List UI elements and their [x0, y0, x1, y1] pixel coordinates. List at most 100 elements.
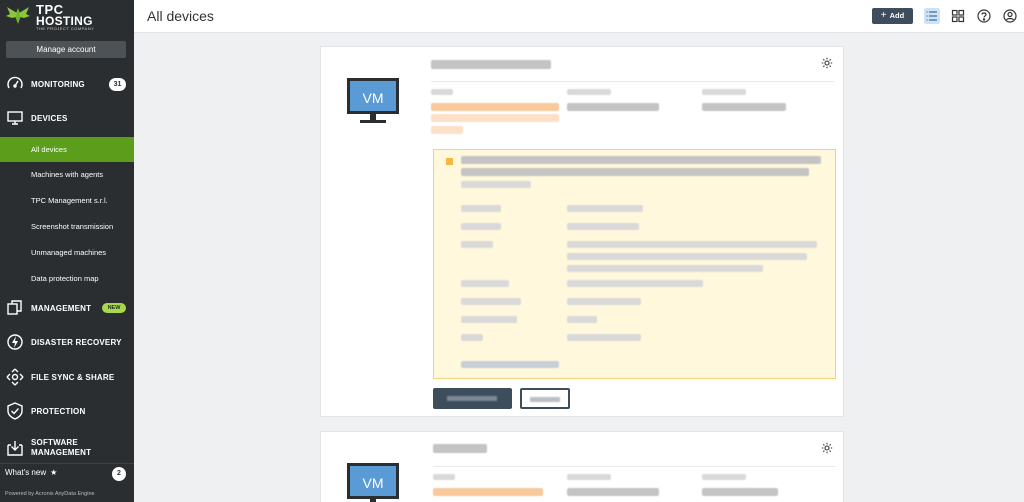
redacted-field-label	[702, 474, 746, 480]
nav-devices[interactable]: DEVICES	[0, 102, 134, 134]
redacted-detail-value	[567, 265, 763, 272]
brand-tagline: THE PROJECT COMPANY	[36, 26, 95, 31]
redacted-button-text	[530, 397, 560, 402]
redacted-field-label	[433, 474, 455, 480]
sidebar-footer: What's new ★ 2 Powered by Acronis AnyData…	[0, 463, 134, 502]
manage-account-button[interactable]: Manage account	[6, 41, 126, 58]
vm-label: VM	[363, 475, 384, 491]
redacted-alert-text	[461, 168, 809, 176]
nav-management-label: MANAGEMENT	[31, 303, 92, 313]
redacted-detail-label	[461, 223, 501, 230]
redacted-detail-value	[567, 241, 817, 248]
redacted-detail-label	[461, 280, 509, 287]
top-bar: All devices + Add	[134, 0, 1024, 33]
monitoring-count-badge: 31	[109, 77, 126, 91]
redacted-status-value	[431, 103, 559, 111]
redacted-alert-text	[461, 181, 531, 188]
redacted-detail-value	[567, 205, 643, 212]
copy-icon	[7, 300, 22, 315]
whats-new-link[interactable]: What's new ★	[5, 468, 57, 477]
bolt-icon	[7, 334, 23, 350]
gear-icon[interactable]	[821, 442, 833, 454]
redacted-device-name	[431, 60, 551, 69]
redacted-field-label	[702, 89, 746, 95]
redacted-field-label	[567, 89, 611, 95]
devices-content: VM VM	[134, 34, 1024, 502]
nav-monitoring-label: MONITORING	[31, 79, 85, 89]
redacted-detail-label	[461, 316, 517, 323]
redacted-status-value	[433, 488, 543, 496]
redacted-detail-label	[461, 241, 493, 248]
nav-protection[interactable]: PROTECTION	[0, 395, 134, 427]
sidebar-item-tpc-management[interactable]: TPC Management s.r.l.	[0, 188, 134, 213]
help-icon[interactable]	[976, 8, 992, 24]
redacted-detail-label	[461, 298, 521, 305]
redacted-detail-value	[567, 223, 639, 230]
redacted-detail-value	[567, 253, 807, 260]
plus-icon: +	[880, 10, 887, 21]
warning-icon	[446, 158, 453, 165]
whats-new-badge: 2	[112, 467, 126, 481]
nav-protection-label: PROTECTION	[31, 406, 86, 416]
account-icon[interactable]	[1002, 8, 1018, 24]
sidebar-item-machines-with-agents[interactable]: Machines with agents	[0, 162, 134, 187]
redacted-primary-button[interactable]	[433, 388, 512, 409]
nav-file-sync-share-label: FILE SYNC & SHARE	[31, 372, 115, 382]
nav-file-sync-share[interactable]: FILE SYNC & SHARE	[0, 361, 134, 393]
redacted-detail-value	[567, 280, 703, 287]
new-badge: NEW	[102, 303, 126, 313]
add-button-label: Add	[889, 11, 905, 20]
redacted-detail-value	[567, 298, 641, 305]
nav-monitoring[interactable]: MONITORING 31	[0, 68, 134, 100]
redacted-status-detail	[431, 114, 559, 122]
redacted-status-extra	[431, 126, 463, 134]
vm-label-layer: VM	[363, 90, 384, 106]
page-title: All devices	[147, 8, 214, 24]
arrows-move-icon	[6, 368, 24, 386]
redacted-detail-value	[567, 334, 641, 341]
speedometer-icon	[7, 76, 23, 89]
sidebar: TPC HOSTING THE PROJECT COMPANY Manage a…	[0, 0, 134, 502]
redacted-field-label	[567, 474, 611, 480]
redacted-field-value	[702, 488, 778, 496]
redacted-secondary-button[interactable]	[520, 388, 570, 409]
redacted-detail-value	[567, 316, 597, 323]
alert-panel	[433, 149, 836, 379]
footer-divider	[0, 463, 134, 464]
redacted-button-text	[447, 396, 497, 401]
sidebar-item-all-devices[interactable]: All devices	[0, 137, 134, 162]
nav-disaster-recovery-label: DISASTER RECOVERY	[31, 337, 122, 347]
redacted-alert-link[interactable]	[461, 361, 559, 368]
header-divider	[433, 466, 836, 467]
shield-check-icon	[7, 402, 23, 420]
add-button[interactable]: + Add	[872, 8, 913, 24]
vm-label-layer: VM	[363, 475, 384, 491]
redacted-detail-label	[461, 334, 483, 341]
redacted-field-value	[702, 103, 786, 111]
brand-logo[interactable]: TPC HOSTING THE PROJECT COMPANY	[0, 0, 134, 36]
redacted-field-label	[431, 89, 453, 95]
nav-software-management[interactable]: SOFTWARE MANAGEMENT	[0, 432, 134, 464]
logo-wings-icon	[6, 7, 30, 24]
powered-by-text: Powered by Acronis AnyData Engine	[5, 491, 95, 497]
redacted-field-value	[567, 103, 659, 111]
sidebar-item-screenshot-transmission[interactable]: Screenshot transmission	[0, 214, 134, 239]
device-card[interactable]: VM	[320, 431, 844, 502]
star-icon: ★	[50, 468, 58, 477]
gear-icon[interactable]	[821, 57, 833, 69]
nav-devices-label: DEVICES	[31, 113, 68, 123]
sidebar-item-unmanaged-machines[interactable]: Unmanaged machines	[0, 240, 134, 265]
grid-view-icon[interactable]	[950, 8, 966, 24]
redacted-alert-text	[461, 156, 821, 164]
vm-label: VM	[363, 90, 384, 106]
nav-disaster-recovery[interactable]: DISASTER RECOVERY	[0, 326, 134, 358]
redacted-detail-label	[461, 205, 501, 212]
nav-software-management-label: SOFTWARE MANAGEMENT	[31, 438, 92, 457]
device-card[interactable]: VM	[320, 46, 844, 417]
nav-management[interactable]: MANAGEMENT NEW	[0, 292, 134, 324]
redacted-field-value	[567, 488, 659, 496]
sidebar-item-data-protection-map[interactable]: Data protection map	[0, 266, 134, 291]
whats-new-label: What's new	[5, 468, 47, 477]
list-view-icon[interactable]	[924, 8, 940, 24]
redacted-device-name	[433, 444, 487, 453]
